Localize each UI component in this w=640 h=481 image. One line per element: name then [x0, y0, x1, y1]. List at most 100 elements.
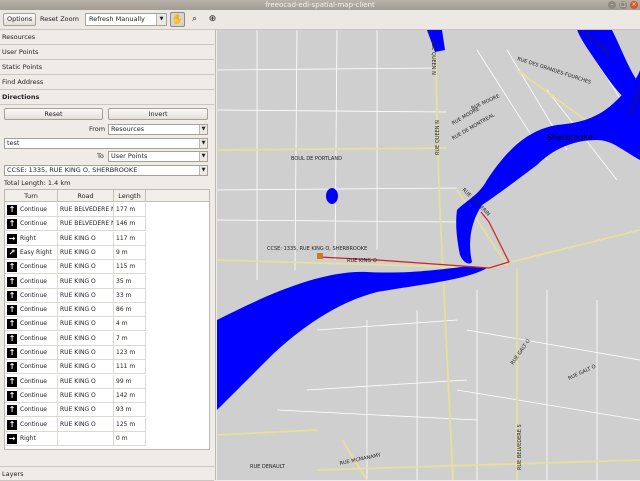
turn-cell: ↑ Continue: [5, 403, 58, 418]
table-row[interactable]: ↑ Continue RUE KING O 115 m: [5, 260, 146, 275]
header-length[interactable]: Length: [114, 190, 146, 202]
city-label: Sherbrooke: [547, 133, 593, 142]
section-directions[interactable]: Directions: [0, 90, 214, 105]
to-point-value: CCSE: 1335, RUE KING O, SHERBROOKE: [7, 166, 138, 174]
table-row[interactable]: ↑ Continue RUE KING O4 m: [5, 317, 146, 332]
length-cell: 123 m: [114, 346, 146, 360]
turn-text: Continue: [20, 363, 47, 371]
map-view[interactable]: CCSE: 1335, RUE KING O, SHERBROOKE Sherb…: [217, 30, 640, 480]
length-cell: 117 m: [114, 231, 146, 246]
turn-cell: ↑ Continue: [5, 331, 58, 346]
length-cell: 115 m: [114, 260, 146, 275]
table-row[interactable]: ↑ Continue RUE KING O 86 m: [5, 303, 146, 318]
road-cell: RUE KING O: [58, 231, 114, 246]
arrow-up-icon: ↑: [7, 319, 17, 330]
arrow-right-icon: →: [7, 233, 17, 244]
turn-text: Continue: [20, 220, 47, 228]
header-turn[interactable]: Turn: [5, 190, 58, 202]
turn-cell: ↑ Continue: [5, 346, 58, 360]
minimize-icon[interactable]: –: [608, 1, 616, 9]
zoom-tool-icon[interactable]: ⌕: [187, 12, 202, 27]
maximize-icon[interactable]: □: [619, 1, 627, 9]
chevron-down-icon: ▼: [199, 139, 207, 148]
turn-cell: ↑ Continue: [5, 260, 58, 275]
arrow-up-icon: ↑: [7, 405, 17, 416]
turn-cell: → Right: [5, 431, 58, 446]
arrow-up-icon: ↑: [7, 219, 17, 230]
turn-cell: ↑ Continue: [5, 374, 58, 389]
section-layers[interactable]: Layers: [0, 466, 214, 481]
pan-hand-icon[interactable]: ✋: [170, 12, 185, 27]
point-label: CCSE: 1335, RUE KING O, SHERBROOKE: [267, 246, 367, 252]
length-cell: 99 m: [114, 374, 146, 389]
turn-text: Right: [20, 434, 36, 442]
arrow-up-icon: ↑: [7, 276, 17, 287]
turn-text: Continue: [20, 334, 47, 342]
table-row[interactable]: ↑ Continue RUE KING O 123 m: [5, 346, 146, 360]
table-row[interactable]: ↑ Continue RUE KING O 125 m: [5, 417, 146, 432]
arrow-up-icon: ↑: [7, 305, 17, 316]
table-row[interactable]: ↑ Continue RUE BELVEDERE N 177 m: [5, 203, 146, 217]
invert-button[interactable]: Invert: [108, 108, 208, 120]
table-row[interactable]: ↑ Continue RUE KING O 111 m: [5, 360, 146, 375]
from-point-select[interactable]: test ▼: [4, 138, 208, 149]
turn-text: Continue: [20, 306, 47, 314]
arrow-right-icon: →: [7, 433, 17, 444]
length-cell: 33 m: [114, 288, 146, 303]
street-label: RUE BELVEDERE S: [517, 424, 523, 470]
road-cell: RUE KING O: [58, 274, 114, 289]
refresh-select[interactable]: Refresh Manually ▼: [85, 13, 167, 26]
road-cell: RUE KING O: [58, 260, 114, 275]
length-cell: 86 m: [114, 303, 146, 318]
reset-zoom-button[interactable]: Reset Zoom: [40, 13, 79, 26]
turn-cell: ↑ Continue: [5, 388, 58, 403]
section-user-points[interactable]: User Points: [0, 45, 214, 60]
length-cell: 0 m: [114, 431, 146, 446]
road-cell: RUE KING O: [58, 346, 114, 360]
table-row[interactable]: ↑ Continue RUE KING O 142 m: [5, 388, 146, 403]
street-label: RUE QUEEN N: [430, 40, 436, 75]
length-cell: 177 m: [114, 203, 146, 217]
length-cell: 111 m: [114, 360, 146, 375]
arrow-up-icon: ↑: [7, 205, 17, 215]
turn-text: Easy Right: [20, 248, 52, 256]
length-cell: 142 m: [114, 388, 146, 403]
directions-table: Turn Road Length ↑ Continue RUE BELVEDERE …: [4, 189, 210, 450]
length-cell: 35 m: [114, 274, 146, 289]
table-row[interactable]: ↑ Continue RUE KING O 35 m: [5, 274, 146, 289]
table-row[interactable]: ↑ Continue RUE BELVEDERE N 146 m: [5, 217, 146, 232]
crosshair-icon[interactable]: ⊕: [205, 12, 220, 27]
road-cell: RUE KING O: [58, 303, 114, 318]
table-row[interactable]: ↑ Continue RUE KING O 99 m: [5, 374, 146, 389]
header-road[interactable]: Road: [58, 190, 114, 202]
to-select[interactable]: User Points ▼: [108, 151, 208, 162]
length-cell: 93 m: [114, 403, 146, 418]
to-point-select[interactable]: CCSE: 1335, RUE KING O, SHERBROOKE ▼: [4, 165, 208, 176]
from-select[interactable]: Resources ▼: [108, 124, 208, 135]
table-row[interactable]: → Right 0 m: [5, 431, 146, 446]
table-row[interactable]: ↑ Continue RUE KING O 93 m: [5, 403, 146, 418]
length-cell: 146 m: [114, 217, 146, 232]
table-row[interactable]: → Right RUE KING O 117 m: [5, 231, 146, 246]
map-canvas[interactable]: CCSE: 1335, RUE KING O, SHERBROOKE Sherb…: [217, 30, 640, 480]
table-row[interactable]: ↑ Continue RUE KING O7 m: [5, 331, 146, 346]
total-length: Total Length: 1.4 km: [4, 179, 71, 187]
section-static-points[interactable]: Static Points: [0, 60, 214, 75]
options-button[interactable]: Options: [3, 13, 36, 26]
table-row[interactable]: ↗ Easy Right RUE KING O9 m: [5, 245, 146, 260]
turn-text: Continue: [20, 206, 47, 213]
street-label: RUE DENAULT: [250, 464, 286, 470]
turn-cell: ↑ Continue: [5, 417, 58, 432]
road-cell: [58, 431, 114, 446]
reset-button[interactable]: Reset: [4, 108, 103, 120]
window-titlebar: freeocad-edi-spatial-map-client – □ ×: [0, 0, 640, 10]
to-select-value: User Points: [111, 152, 148, 160]
road-cell: RUE KING O: [58, 374, 114, 389]
chevron-down-icon: ▼: [199, 152, 207, 161]
close-icon[interactable]: ×: [630, 1, 638, 9]
start-marker-icon[interactable]: [317, 253, 323, 259]
street-label: BOUL DE PORTLAND: [291, 156, 342, 162]
section-find-address[interactable]: Find Address: [0, 75, 214, 90]
section-resources[interactable]: Resources: [0, 30, 214, 45]
table-row[interactable]: ↑ Continue RUE KING O 33 m: [5, 288, 146, 303]
